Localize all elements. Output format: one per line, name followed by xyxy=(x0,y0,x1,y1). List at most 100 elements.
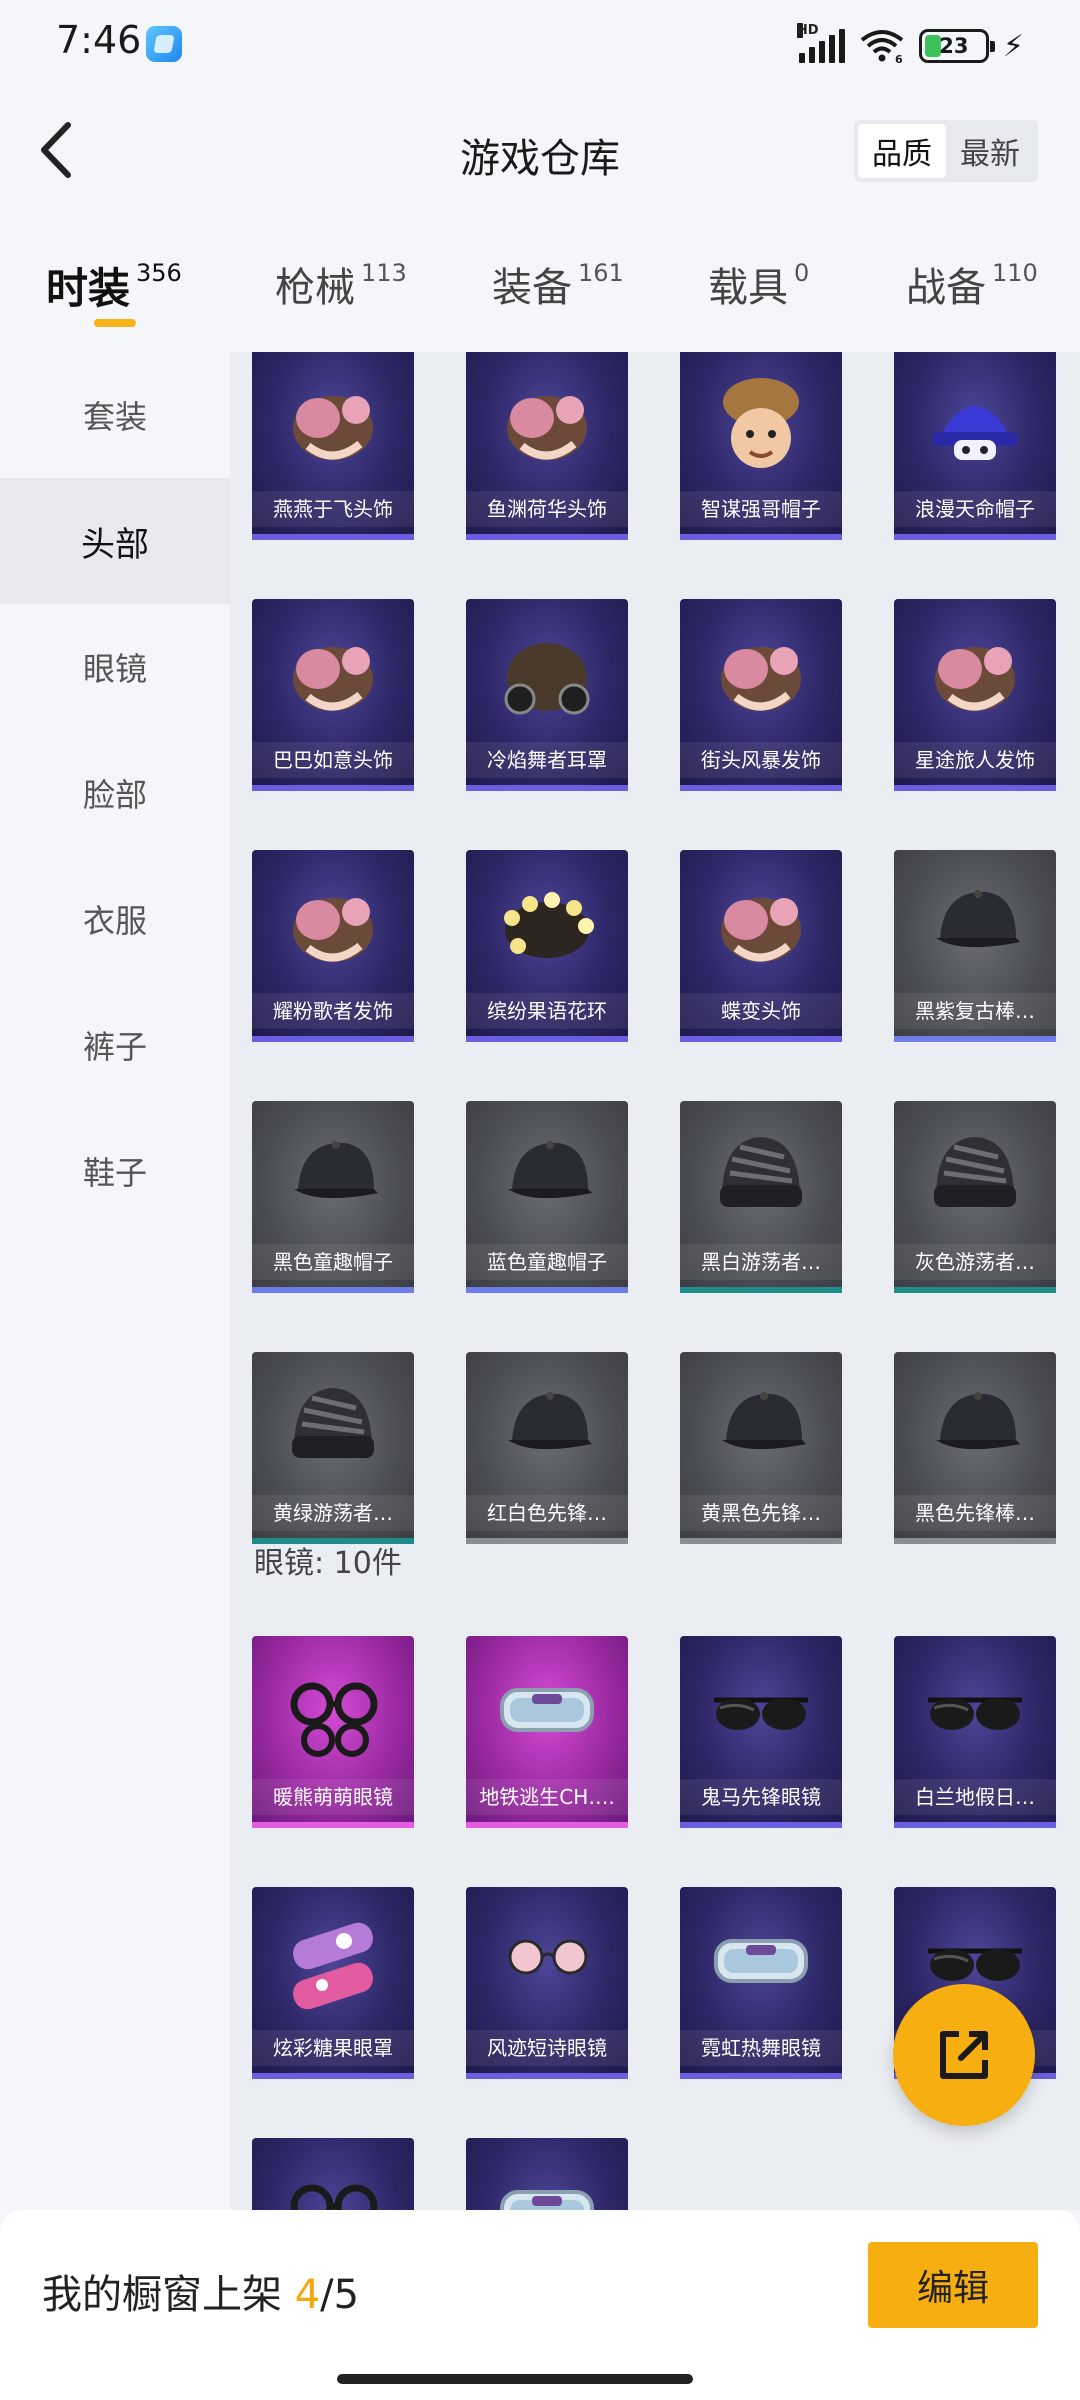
item-name: 风迹短诗眼镜 xyxy=(466,2030,628,2066)
sidebar-item-head[interactable]: 头部 xyxy=(0,478,230,604)
item-card[interactable]: 巴巴如意头饰 xyxy=(252,599,414,795)
item-card[interactable]: 燕燕于飞头饰 xyxy=(252,352,414,544)
goggles-icon xyxy=(714,1939,808,1983)
edit-button[interactable]: 编辑 xyxy=(868,2242,1038,2328)
sidebar-item-outfit[interactable]: 套装 xyxy=(0,352,230,478)
sidebar-item-clothes[interactable]: 衣服 xyxy=(0,856,230,982)
signal-icon: HD xyxy=(796,23,845,63)
baseball-cap-icon xyxy=(722,1392,806,1450)
rarity-bar xyxy=(252,1538,414,1544)
item-card[interactable]: 黄黑色先锋… xyxy=(680,1352,842,1548)
beanie-icon xyxy=(934,1137,1016,1207)
rarity-bar xyxy=(466,1538,628,1544)
tab-tactical[interactable]: 战备 110 xyxy=(906,255,1038,313)
item-name: 黑色先锋棒… xyxy=(894,1495,1056,1531)
tab-label: 装备 xyxy=(492,265,572,311)
item-card[interactable]: 炫彩糖果眼罩 xyxy=(252,1887,414,2083)
wifi-icon: 6 xyxy=(859,28,905,66)
sidebar-item-pants[interactable]: 裤子 xyxy=(0,982,230,1108)
glasses-icon xyxy=(290,2184,378,2210)
item-name: 炫彩糖果眼罩 xyxy=(252,2030,414,2066)
showcase-separator: / xyxy=(320,2272,334,2318)
item-card[interactable]: 星途旅人发饰 xyxy=(894,599,1056,795)
item-name: 缤纷果语花环 xyxy=(466,993,628,1029)
item-card[interactable]: 冷焰舞者耳罩 xyxy=(466,599,628,795)
item-name: 黄黑色先锋… xyxy=(680,1495,842,1531)
rarity-bar xyxy=(466,1822,628,1828)
item-name: 智谋强哥帽子 xyxy=(680,491,842,527)
rarity-bar xyxy=(252,534,414,540)
tab-fashion[interactable]: 时装 356 xyxy=(46,255,182,316)
baseball-cap-icon xyxy=(294,1141,378,1199)
item-card[interactable]: 蝶变头饰 xyxy=(680,850,842,1046)
item-card[interactable]: 鬼马先锋眼镜 xyxy=(680,1636,842,1832)
item-name: 黑色童趣帽子 xyxy=(252,1244,414,1280)
tab-vehicles[interactable]: 载具 0 xyxy=(708,255,809,313)
bucket-hat-icon xyxy=(932,406,1018,460)
rarity-bar xyxy=(894,1538,1056,1544)
item-name: 燕燕于飞头饰 xyxy=(252,491,414,527)
item-name: 红白色先锋… xyxy=(466,1495,628,1531)
item-card[interactable]: 鱼渊荷华头饰 xyxy=(466,352,628,544)
bottom-bar: 我的橱窗上架 4/5 编辑 xyxy=(0,2210,1080,2400)
item-card[interactable]: 智谋强哥帽子 xyxy=(680,352,842,544)
share-fab[interactable] xyxy=(893,1984,1035,2126)
hair-ornament-icon xyxy=(721,898,801,962)
item-card[interactable]: 街头风暴发饰 xyxy=(680,599,842,795)
round-glasses-icon xyxy=(508,1939,588,1975)
tab-label: 时装 xyxy=(46,264,131,313)
item-card[interactable]: 浪漫天命帽子 xyxy=(894,352,1056,544)
item-art xyxy=(252,2138,414,2210)
sidebar-item-face[interactable]: 脸部 xyxy=(0,730,230,856)
item-card[interactable]: 霓虹热舞眼镜 xyxy=(680,1887,842,2083)
item-card[interactable]: 暖熊萌萌眼镜 xyxy=(252,1636,414,1832)
tab-firearms[interactable]: 枪械 113 xyxy=(275,255,407,313)
rarity-bar xyxy=(680,1538,842,1544)
item-name: 黑紫复古棒… xyxy=(894,993,1056,1029)
tab-equipment[interactable]: 装备 161 xyxy=(492,255,624,313)
rarity-bar xyxy=(252,785,414,791)
rarity-bar xyxy=(680,2073,842,2079)
item-card[interactable]: 白兰地假日… xyxy=(894,1636,1056,1832)
item-card[interactable]: 黑色先锋棒… xyxy=(894,1352,1056,1548)
item-name: 地铁逃生CH…. xyxy=(466,1779,628,1815)
item-name: 黄绿游荡者… xyxy=(252,1495,414,1531)
charging-icon: ⚡ xyxy=(1002,28,1024,64)
item-name: 灰色游荡者… xyxy=(894,1244,1056,1280)
rarity-bar xyxy=(466,534,628,540)
rarity-bar xyxy=(466,785,628,791)
item-name: 黑白游荡者… xyxy=(680,1244,842,1280)
category-tabs: 时装 356 枪械 113 装备 161 载具 0 战备 110 xyxy=(0,225,1080,335)
rarity-bar xyxy=(252,1036,414,1042)
item-card[interactable]: 缤纷果语花环 xyxy=(466,850,628,1046)
item-name: 街头风暴发饰 xyxy=(680,742,842,778)
rarity-bar xyxy=(466,1036,628,1042)
item-card[interactable]: 黑紫复古棒… xyxy=(894,850,1056,1046)
item-card[interactable]: 黑色童趣帽子 xyxy=(252,1101,414,1297)
item-card[interactable] xyxy=(252,2138,414,2210)
rarity-bar xyxy=(680,785,842,791)
item-card[interactable]: 风迹短诗眼镜 xyxy=(466,1887,628,2083)
item-card[interactable]: 地铁逃生CH…. xyxy=(466,1636,628,1832)
sidebar-item-glasses[interactable]: 眼镜 xyxy=(0,604,230,730)
item-card[interactable]: 黑白游荡者… xyxy=(680,1101,842,1297)
battery-icon: 23 xyxy=(918,29,995,63)
item-card[interactable]: 灰色游荡者… xyxy=(894,1101,1056,1297)
status-bar: 7:46 HD 6 23 ⚡ xyxy=(0,0,1080,90)
item-card[interactable] xyxy=(466,2138,628,2210)
sort-by-latest-button[interactable]: 最新 xyxy=(946,124,1034,178)
item-grid-panel[interactable]: 眼镜: 10件 燕燕于飞头饰 鱼渊荷华头饰 智谋强哥帽子 浪漫天命帽子 巴巴如意头饰 冷焰… xyxy=(230,352,1080,2210)
sort-by-quality-button[interactable]: 品质 xyxy=(858,124,946,178)
showcase-current-count: 4 xyxy=(294,2272,321,2318)
item-card[interactable]: 黄绿游荡者… xyxy=(252,1352,414,1548)
rarity-bar xyxy=(466,2073,628,2079)
baseball-cap-icon xyxy=(508,1392,592,1450)
item-card[interactable]: 红白色先锋… xyxy=(466,1352,628,1548)
rarity-bar xyxy=(894,1822,1056,1828)
baseball-cap-icon xyxy=(508,1141,592,1199)
sidebar-item-shoes[interactable]: 鞋子 xyxy=(0,1108,230,1234)
item-card[interactable]: 耀粉歌者发饰 xyxy=(252,850,414,1046)
earmuff-icon xyxy=(504,643,590,715)
home-indicator[interactable] xyxy=(337,2374,693,2384)
item-card[interactable]: 蓝色童趣帽子 xyxy=(466,1101,628,1297)
